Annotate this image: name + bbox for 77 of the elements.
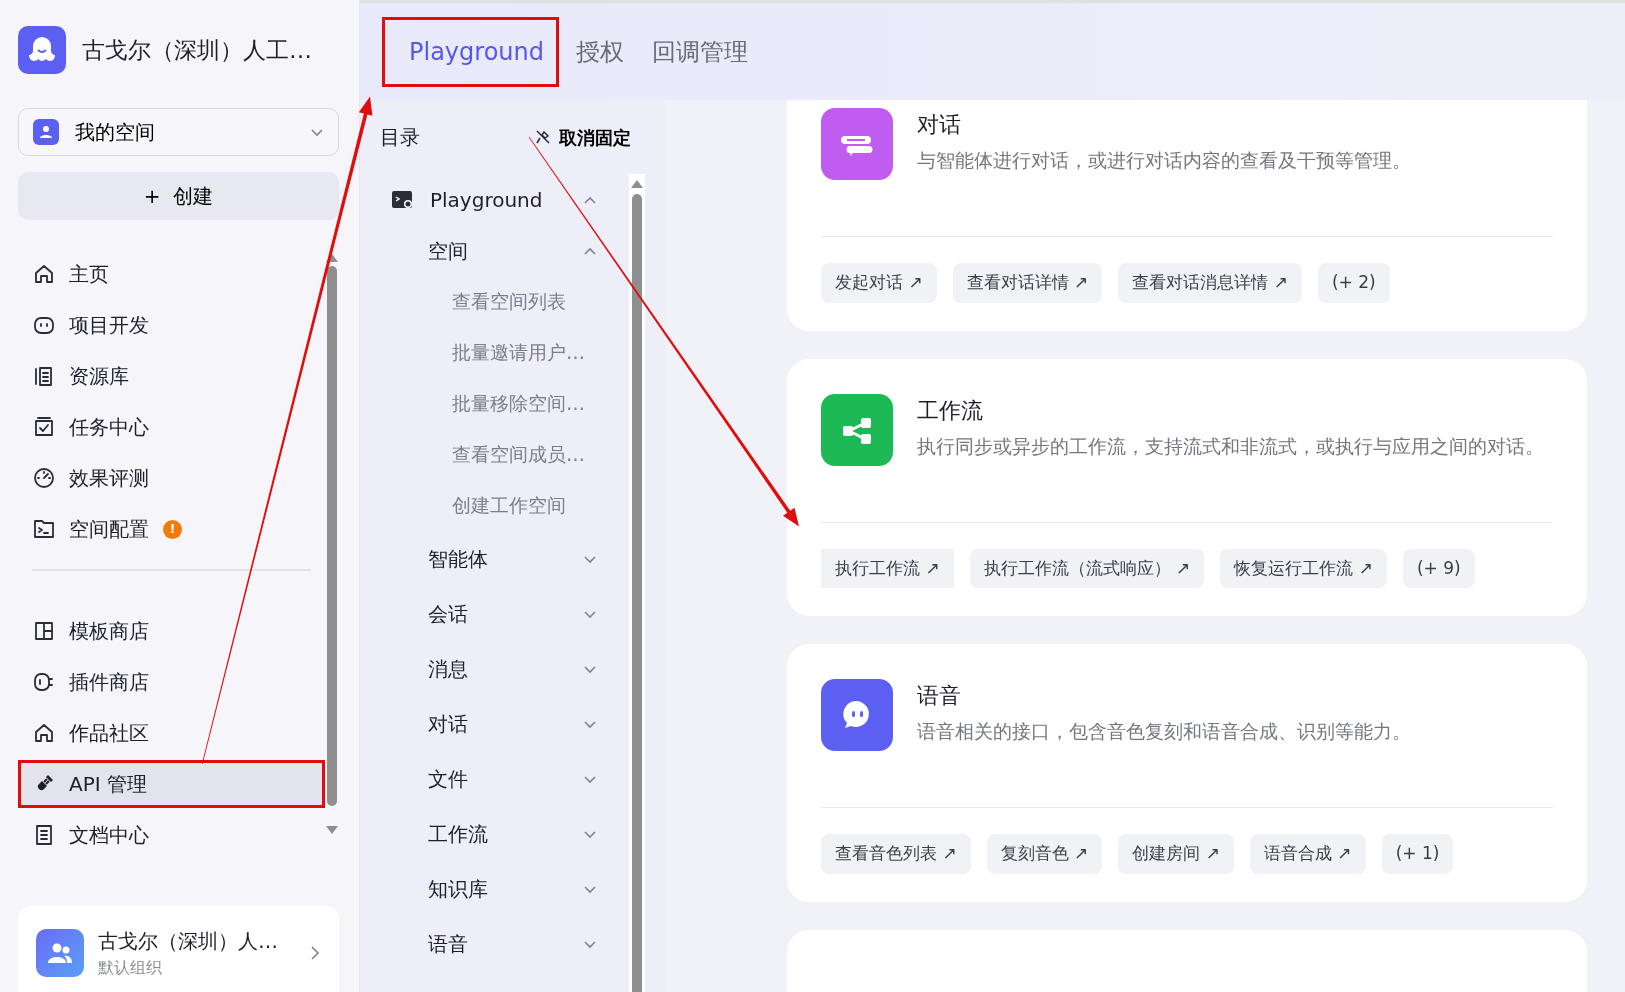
tree-item[interactable]: 文件	[428, 763, 468, 794]
workspace-dropdown[interactable]: 我的空间	[18, 108, 339, 156]
action-link[interactable]: 查看对话详情 ↗	[952, 263, 1103, 303]
tab[interactable]: Playground	[382, 16, 559, 87]
terminal-folder-icon	[33, 518, 55, 540]
user-icon	[33, 119, 59, 145]
tree-item[interactable]: 空间	[428, 235, 468, 266]
action-link[interactable]: 发起对话 ↗	[821, 263, 937, 303]
tree-item[interactable]: 批量移除空间…	[452, 389, 585, 418]
nav-item[interactable]: 文档中心	[18, 811, 325, 859]
action-link[interactable]: 复刻音色 ↗	[986, 834, 1103, 874]
chevron-right-icon	[309, 945, 321, 961]
tree-item[interactable]: 语音	[428, 928, 468, 959]
nav-item[interactable]: 资源库	[18, 352, 325, 400]
nav-item[interactable]: 主页	[18, 250, 325, 298]
terminal-icon	[392, 189, 414, 210]
tree-item[interactable]: 批量邀请用户…	[452, 338, 585, 367]
scroll-down-icon[interactable]	[326, 826, 338, 836]
document-icon	[33, 824, 55, 846]
scroll-up-icon[interactable]	[631, 178, 643, 188]
alert-badge: !	[163, 519, 182, 539]
nav-item[interactable]: 插件商店	[18, 658, 325, 706]
tree-item[interactable]: 查看空间成员…	[452, 440, 585, 469]
organization-card[interactable]: 古戈尔（深圳）人… 默认组织	[18, 906, 339, 992]
tree-item[interactable]: 会话	[428, 598, 468, 629]
tree-item[interactable]: 对话	[428, 708, 468, 739]
plug-icon	[33, 671, 55, 693]
robot-face-icon	[33, 314, 55, 336]
tree-item[interactable]: 创建工作空间	[452, 491, 566, 520]
action-link[interactable]: (+ 1)	[1381, 834, 1454, 874]
action-link[interactable]: 查看音色列表 ↗	[821, 834, 971, 874]
card-title: 工作流	[917, 396, 984, 425]
nav-item[interactable]: 项目开发	[18, 301, 325, 349]
scrollbar-thumb[interactable]	[327, 266, 337, 806]
pin-off-icon	[535, 129, 551, 145]
tree-item[interactable]: Playground	[430, 184, 543, 215]
library-icon	[33, 365, 55, 387]
nav-item[interactable]: 作品社区	[18, 709, 325, 757]
card-title: 语音	[917, 682, 962, 710]
action-link[interactable]: 执行工作流 ↗	[821, 548, 954, 588]
home-icon	[33, 263, 55, 285]
nav-item[interactable]: 模板商店	[18, 607, 325, 655]
scrollbar-thumb[interactable]	[632, 194, 642, 992]
unpin-button[interactable]: 取消固定	[529, 122, 637, 152]
nav-item[interactable]: 空间配置 !	[18, 505, 325, 553]
action-link[interactable]: 执行工作流（流式响应） ↗	[969, 548, 1205, 588]
action-link[interactable]: 查看对话消息详情 ↗	[1118, 263, 1302, 303]
team-icon	[36, 929, 84, 977]
card-description: 执行同步或异步的工作流，支持流式和非流式，或执行与应用之间的对话。	[917, 433, 1544, 459]
action-link[interactable]: (+ 2)	[1317, 263, 1390, 303]
action-link[interactable]: (+ 9)	[1402, 548, 1475, 588]
gauge-icon	[33, 467, 55, 489]
tab[interactable]: 回调管理	[640, 16, 759, 87]
tree-item[interactable]: 工作流	[428, 818, 488, 849]
tree-item[interactable]: 查看空间列表	[452, 287, 566, 316]
nav-item[interactable]: 任务中心	[18, 403, 325, 451]
action-link[interactable]: 创建房间 ↗	[1118, 834, 1234, 874]
card-title: 对话	[917, 111, 962, 139]
action-link[interactable]: 恢复运行工作流 ↗	[1220, 548, 1387, 588]
nav-item[interactable]: API 管理	[18, 760, 325, 808]
action-link[interactable]: 语音合成 ↗	[1249, 834, 1366, 874]
tab[interactable]: 授权	[564, 16, 635, 87]
tree-item[interactable]: 智能体	[428, 543, 488, 574]
tree-item[interactable]: 消息	[428, 653, 468, 684]
ghost-logo-icon	[18, 26, 66, 74]
card-description: 与智能体进行对话，或进行对话内容的查看及干预等管理。	[917, 148, 1411, 173]
create-button[interactable]: + 创建	[18, 172, 339, 220]
toc-title: 目录	[380, 124, 420, 151]
card-description: 语音相关的接口，包含音色复刻和语音合成、识别等能力。	[917, 719, 1411, 744]
tree-item[interactable]: 知识库	[428, 873, 488, 904]
layout-grid-icon	[33, 620, 55, 642]
organization-subtitle: 默认组织	[98, 957, 163, 979]
organization-name: 古戈尔（深圳）人…	[98, 928, 279, 955]
organization-name: 古戈尔（深圳）人工…	[82, 35, 312, 65]
nav-item[interactable]: 效果评测	[18, 454, 325, 502]
home-icon	[33, 722, 55, 744]
calendar-check-icon	[33, 416, 55, 438]
